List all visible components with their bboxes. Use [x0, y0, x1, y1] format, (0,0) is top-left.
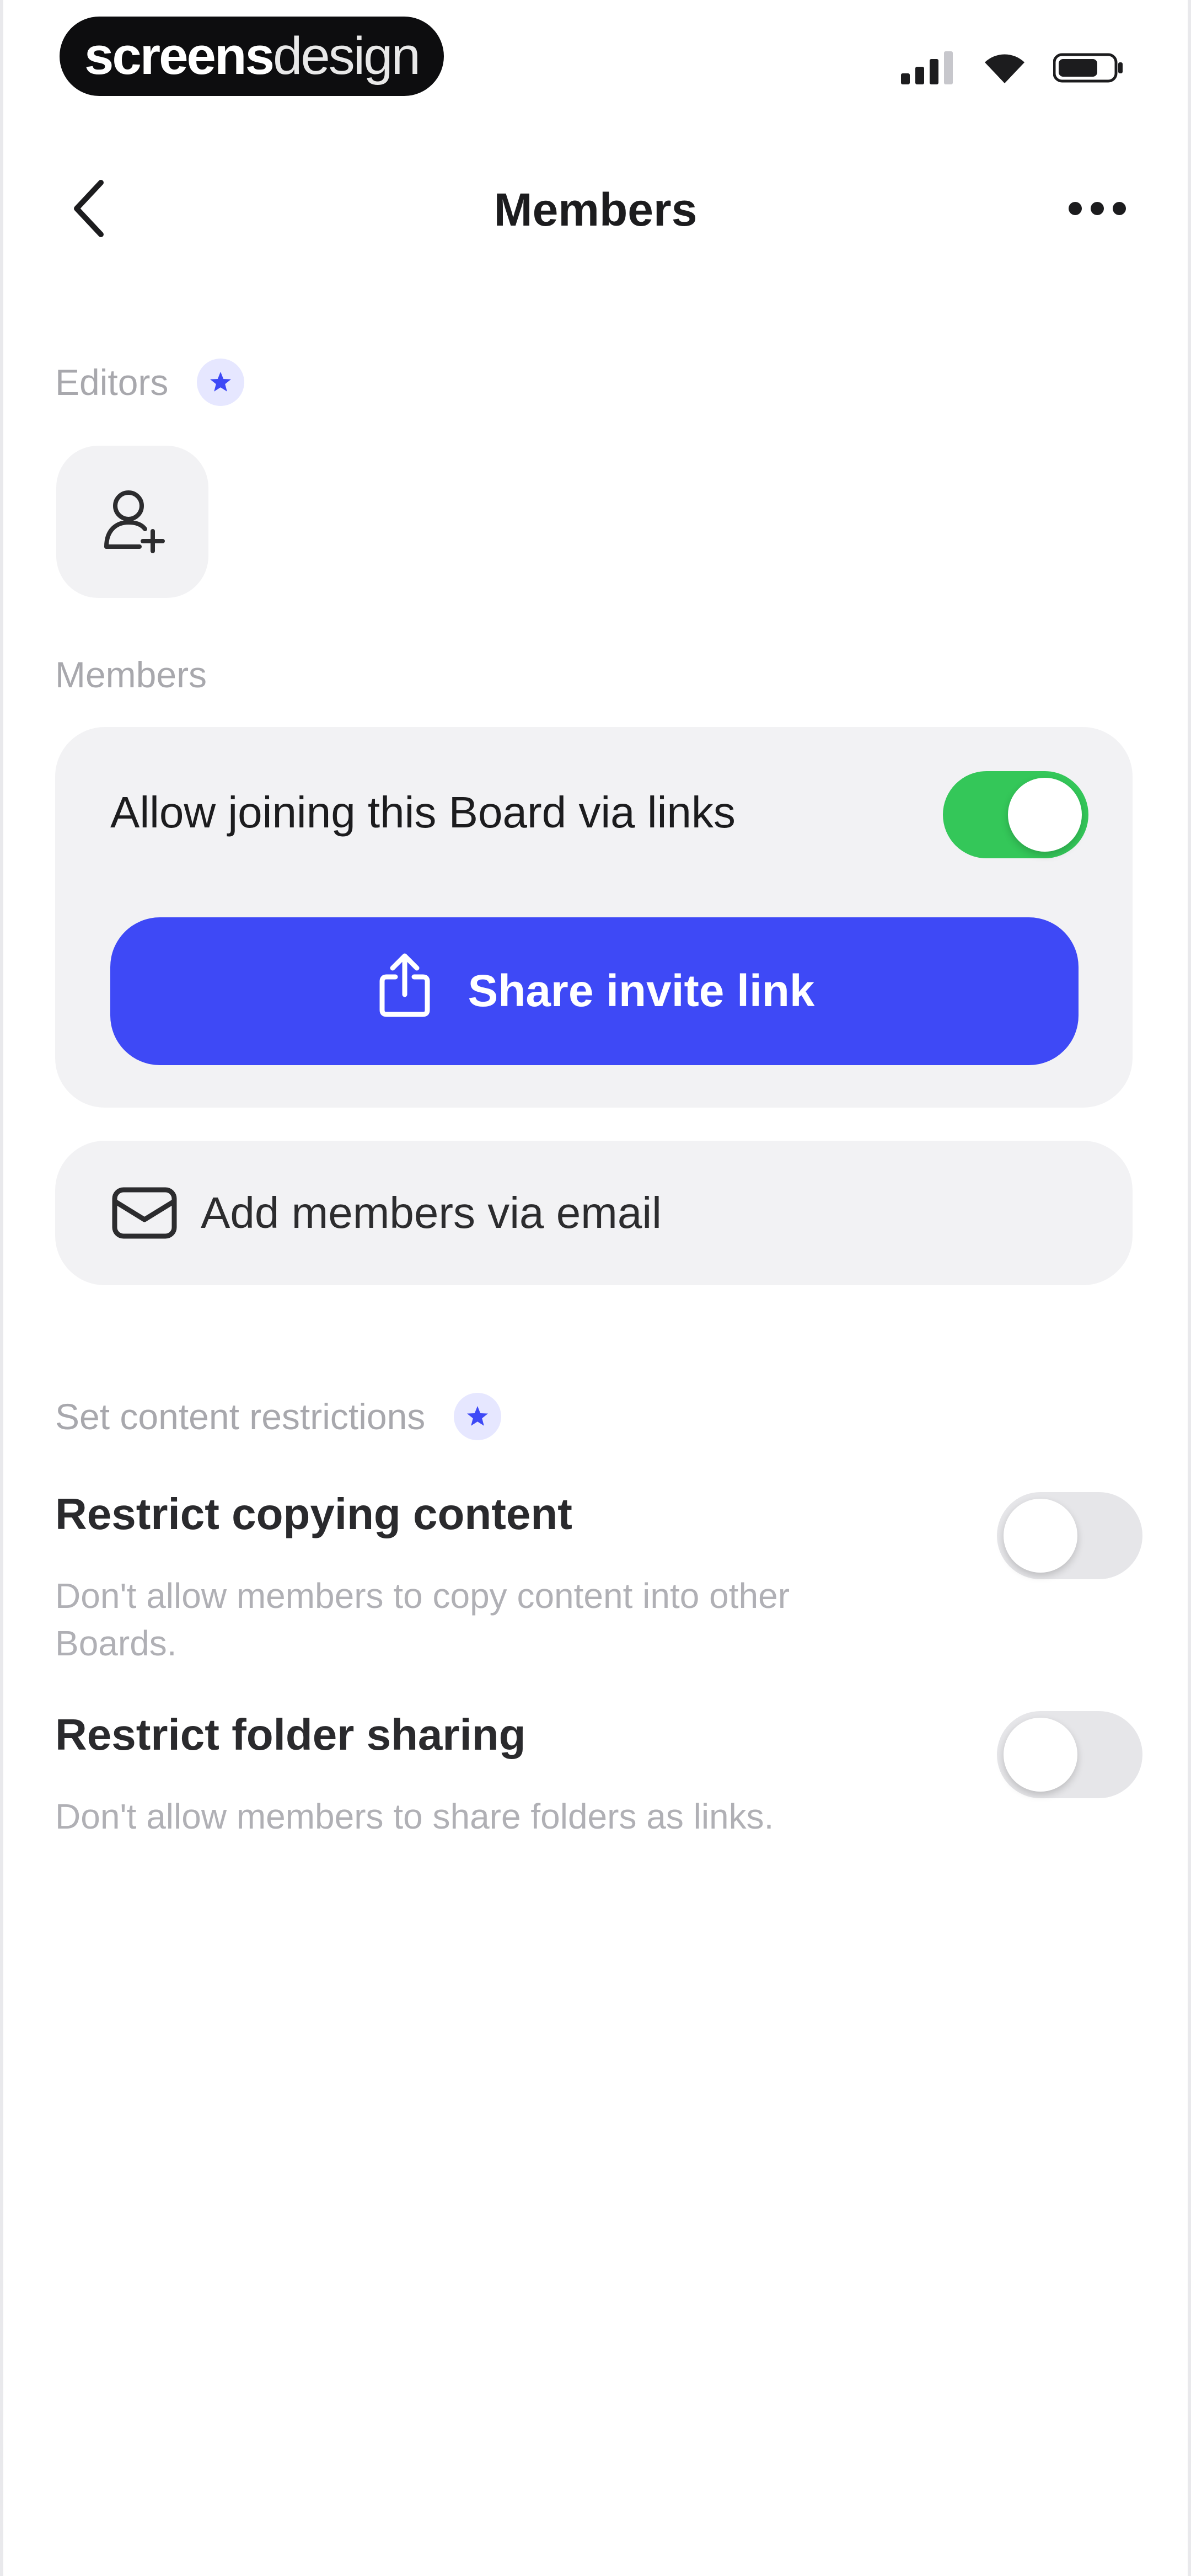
wifi-icon: [983, 51, 1027, 87]
toggle-knob: [1004, 1718, 1077, 1792]
restrict-copying-toggle[interactable]: [997, 1492, 1142, 1579]
toggle-knob: [1004, 1499, 1077, 1573]
editors-section-header: Editors: [55, 359, 245, 406]
add-via-email-label: Add members via email: [201, 1188, 662, 1237]
members-section-header: Members: [55, 654, 207, 696]
brand-logo: screens design: [60, 17, 444, 96]
share-button-label: Share invite link: [468, 966, 815, 1016]
restrict-copying-description: Don't allow members to copy content into…: [55, 1576, 790, 1663]
star-badge-icon[interactable]: [454, 1393, 502, 1440]
status-icons: [901, 44, 1125, 94]
envelope-icon: [110, 1179, 179, 1247]
brand-light-text: design: [272, 26, 421, 85]
allow-links-toggle[interactable]: [943, 771, 1088, 858]
restrict-folder-sharing-description: Don't allow members to share folders as …: [55, 1797, 774, 1836]
editors-label: Editors: [55, 362, 169, 403]
add-person-icon: [96, 485, 168, 559]
star-badge-icon[interactable]: [197, 359, 245, 406]
page-title: Members: [493, 184, 698, 236]
status-bar: screens design: [0, 0, 1191, 110]
restrict-folder-sharing-toggle[interactable]: [997, 1711, 1142, 1798]
add-editor-button[interactable]: [56, 446, 208, 598]
restrictions-section-header: Set content restrictions: [55, 1393, 502, 1440]
battery-icon: [1053, 51, 1125, 87]
more-options-button[interactable]: [1059, 177, 1136, 243]
brand-bold-text: screens: [84, 26, 275, 85]
add-members-email-button[interactable]: Add members via email: [55, 1141, 1133, 1285]
share-icon: [374, 953, 435, 1030]
restrict-copying-title: Restrict copying content: [55, 1489, 572, 1538]
restrictions-label: Set content restrictions: [55, 1396, 426, 1437]
restrict-folder-sharing-title: Restrict folder sharing: [55, 1710, 526, 1759]
more-horizontal-icon: [1067, 200, 1128, 220]
navigation-bar: Members: [0, 154, 1191, 265]
share-invite-link-button[interactable]: Share invite link: [110, 917, 1079, 1065]
signal-icon: [901, 51, 956, 87]
allow-links-label: Allow joining this Board via links: [110, 788, 736, 837]
toggle-knob: [1008, 778, 1082, 852]
members-label: Members: [55, 654, 207, 695]
invite-link-card: Allow joining this Board via links Share…: [55, 727, 1133, 1108]
